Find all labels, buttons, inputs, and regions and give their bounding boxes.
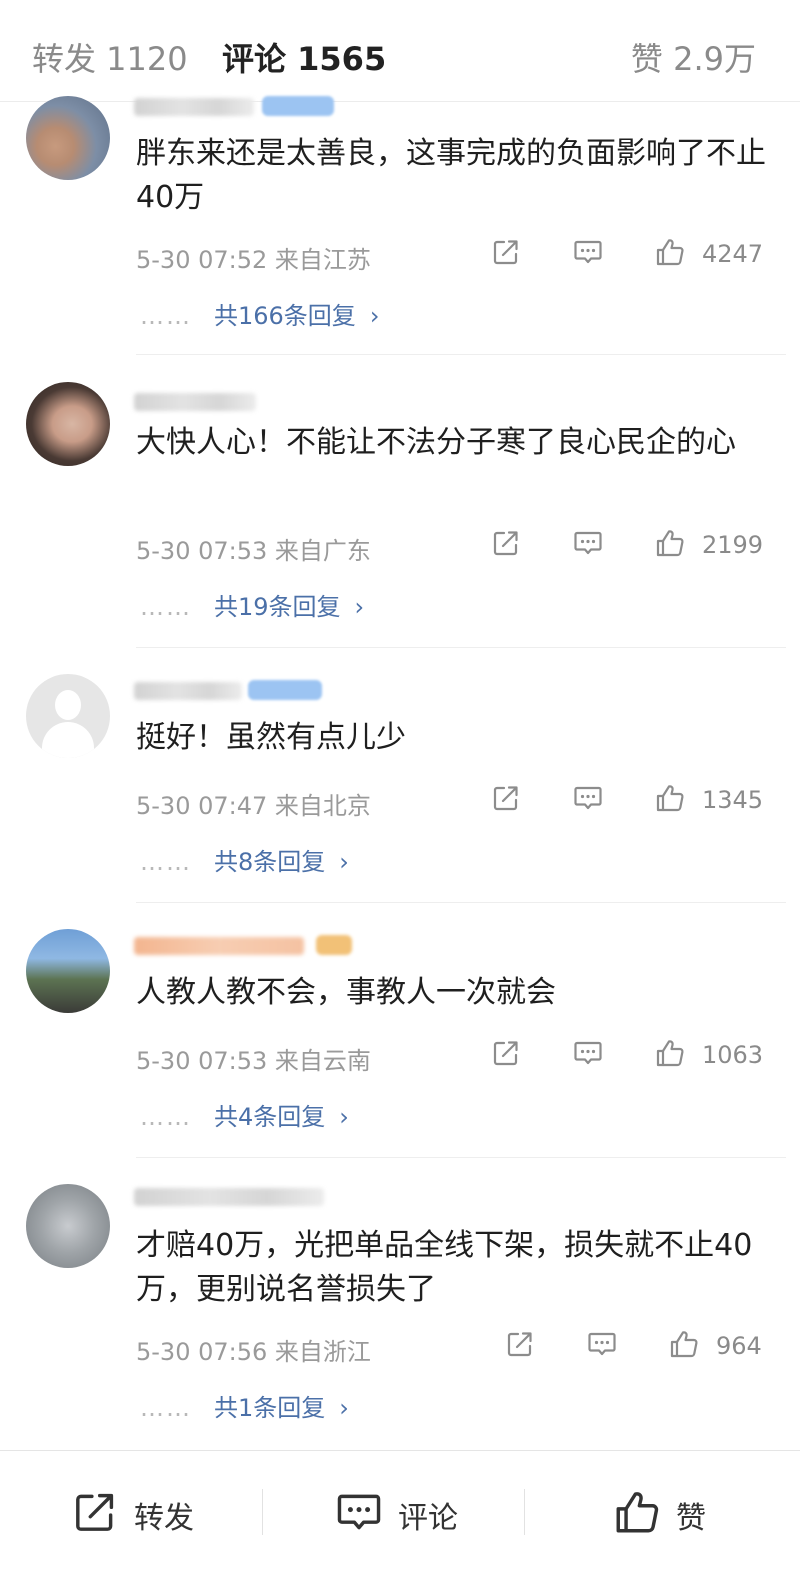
like-button[interactable]: 赞 <box>612 1487 732 1537</box>
avatar[interactable] <box>26 1184 110 1268</box>
username-blurred[interactable] <box>134 393 256 411</box>
avatar[interactable] <box>26 382 110 466</box>
like-count: 1063 <box>702 1041 764 1069</box>
chevron-right-icon: › <box>339 1103 349 1131</box>
comment-text: 大快人心！不能让不法分子寒了良心民企的心 <box>136 425 736 460</box>
tab-repost[interactable]: 转发 1120 <box>32 34 188 80</box>
comment-item: 胖东来还是太善良，这事完成的负面影响了不止40万 5-30 07:52 来自江苏… <box>0 96 800 355</box>
tab-like[interactable]: 赞 2.9万 <box>631 34 756 80</box>
repost-button[interactable]: 转发 <box>70 1487 210 1537</box>
thumbs-up-icon[interactable] <box>654 1037 686 1069</box>
reply-count: 共19条回复 <box>214 593 341 621</box>
repost-label: 转发 <box>134 1501 194 1536</box>
share-icon[interactable] <box>490 1037 522 1069</box>
comment-text: 挺好！虽然有点儿少 <box>136 720 406 755</box>
comment-label: 评论 <box>398 1501 458 1536</box>
share-icon[interactable] <box>490 782 522 814</box>
reply-dots: …… <box>140 1103 192 1131</box>
share-icon[interactable] <box>490 236 522 268</box>
username-blurred[interactable] <box>134 937 304 955</box>
username-blurred[interactable] <box>134 682 242 700</box>
comment-item: 才赔40万，光把单品全线下架，损失就不止40万，更别说名誉损失了 5-30 07… <box>0 1158 800 1448</box>
comment-meta: 5-30 07:53 来自广东 2199 <box>136 531 776 565</box>
thumbs-up-icon[interactable] <box>654 236 686 268</box>
view-replies-link[interactable]: …… 共19条回复 › <box>140 587 364 622</box>
comment-icon[interactable] <box>572 527 604 559</box>
bottom-divider <box>262 1489 263 1535</box>
like-count: 964 <box>716 1332 762 1360</box>
thumbs-up-icon <box>612 1487 662 1537</box>
comment-time-location: 5-30 07:53 来自广东 <box>136 537 371 565</box>
comment-time-location: 5-30 07:53 来自云南 <box>136 1047 371 1075</box>
chevron-right-icon: › <box>369 302 380 330</box>
comment-item: 人教人教不会，事教人一次就会 5-30 07:53 来自云南 1063 …… 共4… <box>0 903 800 1158</box>
view-replies-link[interactable]: …… 共4条回复 › <box>140 1097 349 1132</box>
reply-count: 共166条回复 <box>214 302 356 330</box>
like-count: 1345 <box>702 786 764 814</box>
comment-text: 人教人教不会，事教人一次就会 <box>136 975 556 1010</box>
like-count: 2199 <box>702 531 764 559</box>
tab-comment[interactable]: 评论 1565 <box>222 34 386 80</box>
comment-text: 胖东来还是太善良，这事完成的负面影响了不止40万 <box>136 136 766 215</box>
reply-dots: …… <box>140 1394 192 1422</box>
comment-button[interactable]: 评论 <box>334 1487 474 1537</box>
comment-icon[interactable] <box>572 1037 604 1069</box>
reply-dots: …… <box>140 593 192 621</box>
share-icon <box>70 1487 120 1537</box>
chevron-right-icon: › <box>354 593 365 621</box>
view-replies-link[interactable]: …… 共8条回复 › <box>140 842 349 877</box>
comment-time-location: 5-30 07:52 来自江苏 <box>136 246 371 274</box>
avatar[interactable] <box>26 674 110 758</box>
chevron-right-icon: › <box>339 848 349 876</box>
reply-count: 共8条回复 <box>214 848 326 876</box>
reply-dots: …… <box>140 302 192 330</box>
comment-meta: 5-30 07:56 来自浙江 964 <box>136 1332 776 1366</box>
thumbs-up-icon[interactable] <box>654 527 686 559</box>
reply-dots: …… <box>140 848 192 876</box>
bottom-action-bar: 转发 评论 赞 <box>0 1450 800 1593</box>
bottom-divider <box>524 1489 525 1535</box>
thumbs-up-icon[interactable] <box>668 1328 700 1360</box>
thumbs-up-icon[interactable] <box>654 782 686 814</box>
comment-time-location: 5-30 07:56 来自浙江 <box>136 1338 371 1366</box>
chevron-right-icon: › <box>339 1394 349 1422</box>
username-blurred[interactable] <box>134 98 254 116</box>
comment-item: 挺好！虽然有点儿少 5-30 07:47 来自北京 1345 …… 共8条回复 › <box>0 648 800 903</box>
avatar[interactable] <box>26 96 110 180</box>
view-replies-link[interactable]: …… 共1条回复 › <box>140 1388 349 1423</box>
comment-item: 大快人心！不能让不法分子寒了良心民企的心 5-30 07:53 来自广东 219… <box>0 355 800 648</box>
share-icon[interactable] <box>490 527 522 559</box>
comment-icon <box>334 1487 384 1537</box>
like-label: 赞 <box>676 1501 706 1536</box>
like-count: 4247 <box>702 240 764 268</box>
comment-meta: 5-30 07:53 来自云南 1063 <box>136 1041 776 1075</box>
comment-icon[interactable] <box>572 782 604 814</box>
comment-meta: 5-30 07:52 来自江苏 4247 <box>136 240 776 274</box>
comment-icon[interactable] <box>586 1328 618 1360</box>
username-blurred[interactable] <box>134 1188 324 1206</box>
comment-icon[interactable] <box>572 236 604 268</box>
reply-count: 共4条回复 <box>214 1103 326 1131</box>
comment-tab-bar: 转发 1120 评论 1565 赞 2.9万 <box>0 0 800 102</box>
comment-meta: 5-30 07:47 来自北京 1345 <box>136 786 776 820</box>
user-badge <box>262 96 334 116</box>
share-icon[interactable] <box>504 1328 536 1360</box>
comment-text: 才赔40万，光把单品全线下架，损失就不止40万，更别说名誉损失了 <box>136 1228 753 1307</box>
user-badge <box>316 935 352 955</box>
reply-count: 共1条回复 <box>214 1394 326 1422</box>
avatar[interactable] <box>26 929 110 1013</box>
user-badge <box>248 680 322 700</box>
view-replies-link[interactable]: …… 共166条回复 › <box>140 296 379 331</box>
comment-time-location: 5-30 07:47 来自北京 <box>136 792 371 820</box>
